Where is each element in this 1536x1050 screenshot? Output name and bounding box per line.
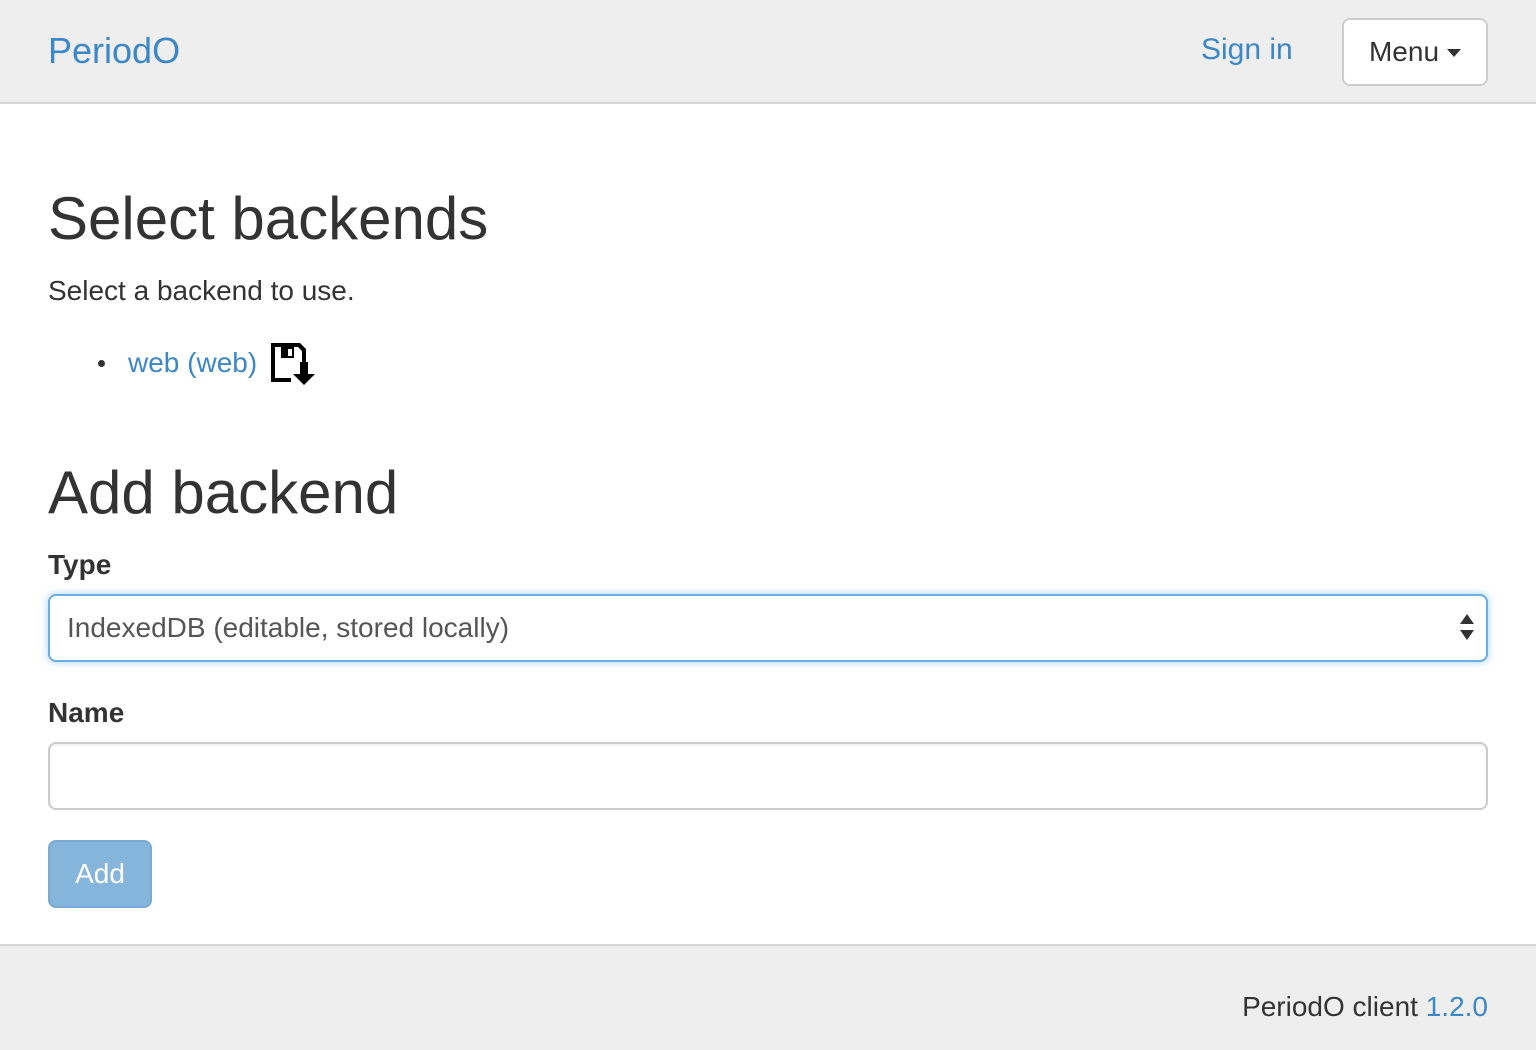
sign-in-link[interactable]: Sign in — [1201, 31, 1293, 69]
menu-button[interactable]: Menu — [1342, 18, 1488, 86]
select-arrows-icon — [1460, 614, 1474, 642]
list-item: web (web) — [48, 340, 317, 386]
type-select-value: IndexedDB (editable, stored locally) — [67, 612, 510, 643]
caret-down-icon — [1447, 49, 1462, 57]
type-label: Type — [48, 549, 112, 580]
navbar: PeriodO Sign in Menu — [0, 0, 1536, 104]
name-label: Name — [48, 697, 125, 728]
select-backends-description: Select a backend to use. — [48, 275, 355, 306]
add-button[interactable]: Add — [48, 840, 152, 908]
name-input[interactable] — [48, 742, 1488, 810]
bullet-icon — [98, 360, 105, 367]
select-backends-heading: Select backends — [48, 185, 489, 252]
version-link[interactable]: 1.2.0 — [1426, 991, 1488, 1022]
footer: PeriodO client 1.2.0 — [0, 944, 1536, 1050]
footer-text: PeriodO client 1.2.0 — [1242, 990, 1488, 1024]
add-backend-heading: Add backend — [48, 459, 399, 526]
brand-link[interactable]: PeriodO — [48, 30, 180, 72]
type-select[interactable]: IndexedDB (editable, stored locally) — [48, 594, 1488, 662]
menu-button-label: Menu — [1368, 36, 1440, 67]
backend-list: web (web) — [48, 340, 317, 386]
backend-link-web[interactable]: web (web) — [128, 346, 257, 380]
save-download-icon[interactable] — [269, 340, 317, 386]
client-label: PeriodO client — [1242, 991, 1418, 1022]
